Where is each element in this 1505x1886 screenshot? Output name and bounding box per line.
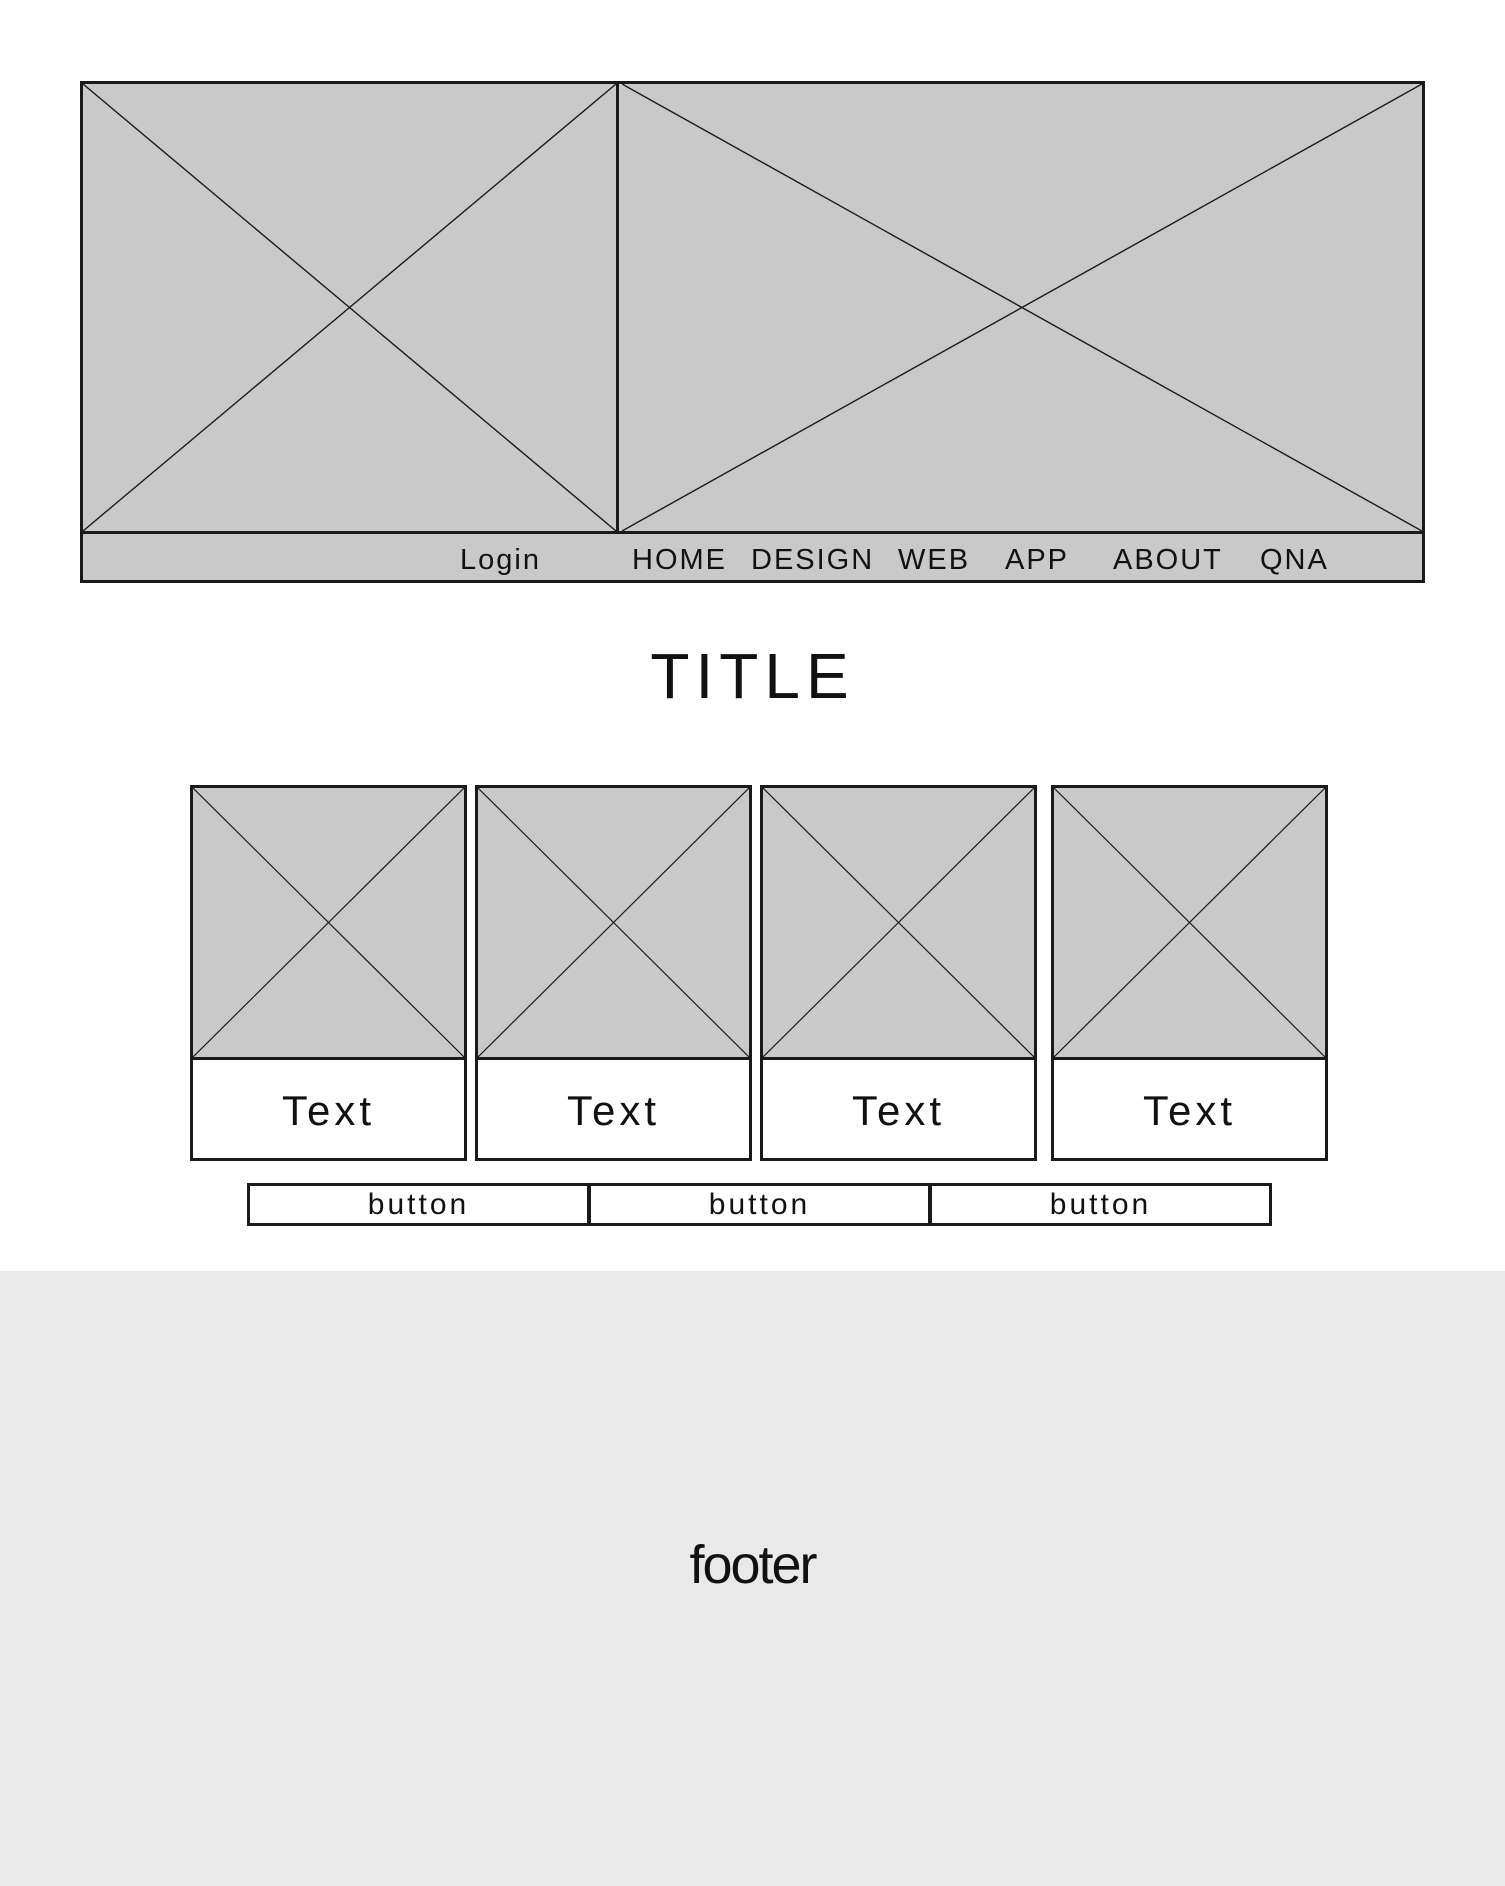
nav-item-app[interactable]: APP — [1005, 542, 1069, 578]
nav-item-design[interactable]: DESIGN — [751, 542, 874, 578]
card-image-placeholder — [478, 788, 749, 1060]
footer-label: footer — [689, 1535, 817, 1595]
button-group: button button button — [247, 1183, 1272, 1226]
nav-item-web[interactable]: WEB — [898, 542, 970, 578]
image-placeholder-icon — [83, 84, 616, 531]
page-title: TITLE — [650, 640, 855, 712]
banner-image-placeholder — [622, 84, 1422, 531]
image-placeholder-icon — [478, 788, 749, 1057]
card-text: Text — [566, 1087, 661, 1134]
card[interactable]: Text — [760, 785, 1037, 1161]
card-image-placeholder — [1054, 788, 1325, 1060]
button-3[interactable]: button — [928, 1186, 1269, 1223]
card-image-placeholder — [193, 788, 464, 1060]
nav-item-home[interactable]: HOME — [632, 542, 727, 578]
card[interactable]: Text — [475, 785, 752, 1161]
nav-item-qna[interactable]: QNA — [1260, 542, 1329, 578]
image-placeholder-icon — [1054, 788, 1325, 1057]
image-placeholder-icon — [622, 84, 1422, 531]
footer: footer — [0, 1271, 1505, 1886]
button-1[interactable]: button — [250, 1186, 587, 1223]
card-text: Text — [1142, 1087, 1237, 1134]
nav-item-about[interactable]: ABOUT — [1113, 542, 1223, 578]
card[interactable]: Text — [1051, 785, 1328, 1161]
header-wireframe: Login HOME DESIGN WEB APP ABOUT QNA — [80, 81, 1425, 583]
card-text: Text — [851, 1087, 946, 1134]
login-link[interactable]: Login — [460, 542, 541, 578]
button-2[interactable]: button — [587, 1186, 928, 1223]
logo-image-placeholder — [83, 84, 619, 531]
image-placeholder-icon — [763, 788, 1034, 1057]
card-text: Text — [281, 1087, 376, 1134]
card[interactable]: Text — [190, 785, 467, 1161]
image-placeholder-icon — [193, 788, 464, 1057]
card-image-placeholder — [763, 788, 1034, 1060]
navigation-bar: Login HOME DESIGN WEB APP ABOUT QNA — [83, 531, 1422, 580]
